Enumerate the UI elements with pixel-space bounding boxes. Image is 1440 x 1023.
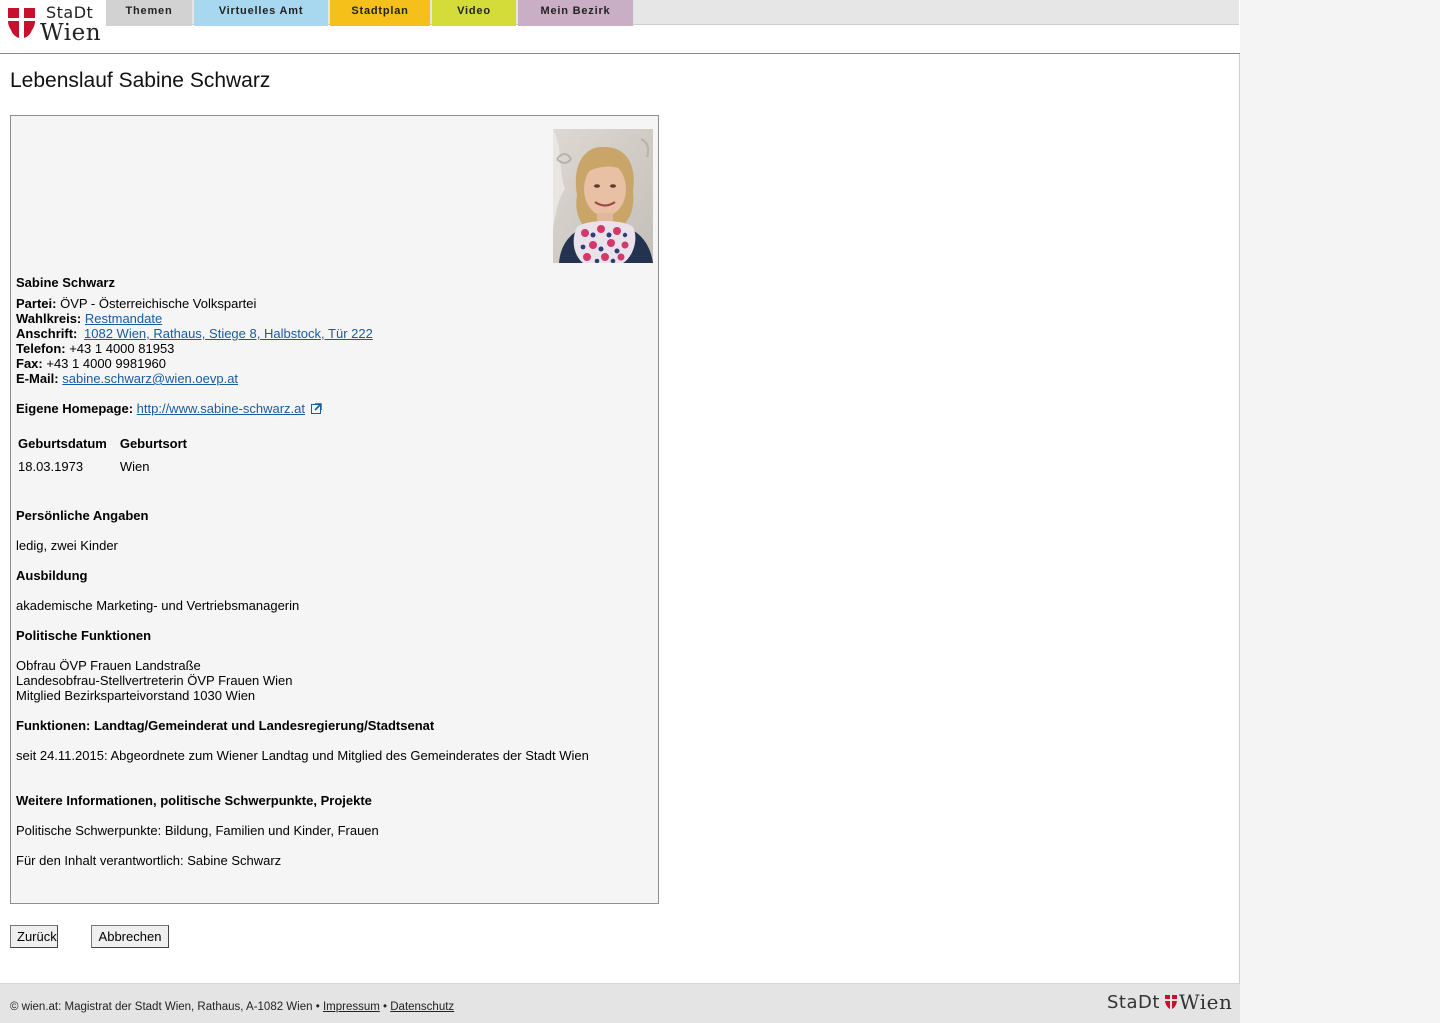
birth-table-header: Geburtsort xyxy=(119,436,188,451)
stadt-wien-logo[interactable]: StaDt Wien xyxy=(0,0,104,50)
section-head-persoenlich: Persönliche Angaben xyxy=(16,508,149,523)
datenschutz-link[interactable]: Datenschutz xyxy=(390,1001,454,1013)
wien-shield-icon xyxy=(8,8,35,38)
partei-label: Partei: xyxy=(16,296,57,311)
site-footer: © wien.at: Magistrat der Stadt Wien, Rat… xyxy=(0,983,1240,1023)
list-item: Mitglied Bezirksparteivorstand 1030 Wien xyxy=(16,688,256,703)
wahlkreis-line: Wahlkreis: Restmandate xyxy=(16,311,162,326)
homepage-line: Eigene Homepage: http://www.sabine-schwa… xyxy=(16,401,322,416)
footer-logo[interactable]: StaDt Wien xyxy=(1107,990,1233,1016)
site-header: StaDt Wien Themen Virtuelles Amt Stadtpl… xyxy=(0,0,1240,54)
external-link-icon xyxy=(310,403,322,414)
section-text-persoenlich: ledig, zwei Kinder xyxy=(16,538,118,553)
homepage-label: Eigene Homepage: xyxy=(16,401,134,416)
page-title: Lebenslauf Sabine Schwarz xyxy=(10,69,271,92)
section-head-weitere: Weitere Informationen, politische Schwer… xyxy=(16,793,372,808)
homepage-link[interactable]: http://www.sabine-schwarz.at xyxy=(137,401,305,416)
list-item: Landesobfrau-Stellvertreterin ÖVP Frauen… xyxy=(16,673,293,688)
nav-tab-virtuelles-amt[interactable]: Virtuelles Amt xyxy=(194,0,328,26)
profile-photo xyxy=(553,129,653,263)
anschrift-link[interactable]: 1082 Wien, Rathaus, Stiege 8, Halbstock,… xyxy=(84,326,373,341)
back-button[interactable]: Zurück xyxy=(10,925,58,948)
telefon-label: Telefon: xyxy=(16,341,66,356)
birth-date: 18.03.1973 xyxy=(18,459,84,474)
birth-table-header: Geburtsdatum xyxy=(18,436,107,451)
profile-box: Sabine Schwarz Partei: ÖVP - Österreichi… xyxy=(10,115,659,904)
wien-shield-icon xyxy=(1165,995,1177,1009)
footer-logo-stadt: StaDt xyxy=(1107,992,1160,1013)
nav-tab-themen[interactable]: Themen xyxy=(106,0,192,26)
section-text-ausbildung: akademische Marketing- und Vertriebsmana… xyxy=(16,598,300,613)
partei-line: Partei: ÖVP - Österreichische Volksparte… xyxy=(16,296,256,311)
nav-tab-mein-bezirk[interactable]: Mein Bezirk xyxy=(518,0,633,26)
impressum-link[interactable]: Impressum xyxy=(323,1001,380,1013)
anschrift-label: Anschrift: xyxy=(16,326,78,341)
footer-logo-wien: Wien xyxy=(1179,990,1233,1014)
section-head-politisch: Politische Funktionen xyxy=(16,628,152,643)
email-link[interactable]: sabine.schwarz@wien.oevp.at xyxy=(62,371,238,386)
section-head-funktionen: Funktionen: Landtag/Gemeinderat und Land… xyxy=(16,718,435,733)
birth-table: Geburtsdatum Geburtsort 18.03.1973 Wien xyxy=(17,434,191,476)
list-item: Obfrau ÖVP Frauen Landstraße xyxy=(16,658,201,673)
email-label: E-Mail: xyxy=(16,371,59,386)
footer-copyright: © wien.at: Magistrat der Stadt Wien, Rat… xyxy=(10,1001,320,1013)
section-head-ausbildung: Ausbildung xyxy=(16,568,88,583)
wahlkreis-label: Wahlkreis: xyxy=(16,311,82,326)
wahlkreis-link[interactable]: Restmandate xyxy=(85,311,162,326)
section-text-weitere: Politische Schwerpunkte: Bildung, Famili… xyxy=(16,823,379,838)
logo-text-wien: Wien xyxy=(40,20,102,46)
birth-place: Wien xyxy=(119,459,150,474)
telefon-value: +43 1 4000 81953 xyxy=(69,341,175,356)
nav-tab-video[interactable]: Video xyxy=(432,0,516,26)
section-text-funktionen: seit 24.11.2015: Abgeordnete zum Wiener … xyxy=(16,748,589,763)
nav-tab-stadtplan[interactable]: Stadtplan xyxy=(330,0,430,26)
fax-value: +43 1 4000 9981960 xyxy=(46,356,167,371)
email-line: E-Mail: sabine.schwarz@wien.oevp.at xyxy=(16,371,238,386)
telefon-line: Telefon: +43 1 4000 81953 xyxy=(16,341,174,356)
page: StaDt Wien Themen Virtuelles Amt Stadtpl… xyxy=(0,0,1240,1023)
profile-name: Sabine Schwarz xyxy=(16,275,115,290)
cancel-button[interactable]: Abbrechen xyxy=(91,925,169,948)
footer-separator: • xyxy=(383,1001,388,1013)
anschrift-line: Anschrift: 1082 Wien, Rathaus, Stiege 8,… xyxy=(16,326,373,341)
footer-text: © wien.at: Magistrat der Stadt Wien, Rat… xyxy=(10,1001,454,1013)
partei-value: ÖVP - Österreichische Volkspartei xyxy=(60,296,257,311)
fax-label: Fax: xyxy=(16,356,43,371)
responsible-note: Für den Inhalt verantwortlich: Sabine Sc… xyxy=(16,853,282,868)
fax-line: Fax: +43 1 4000 9981960 xyxy=(16,356,166,371)
